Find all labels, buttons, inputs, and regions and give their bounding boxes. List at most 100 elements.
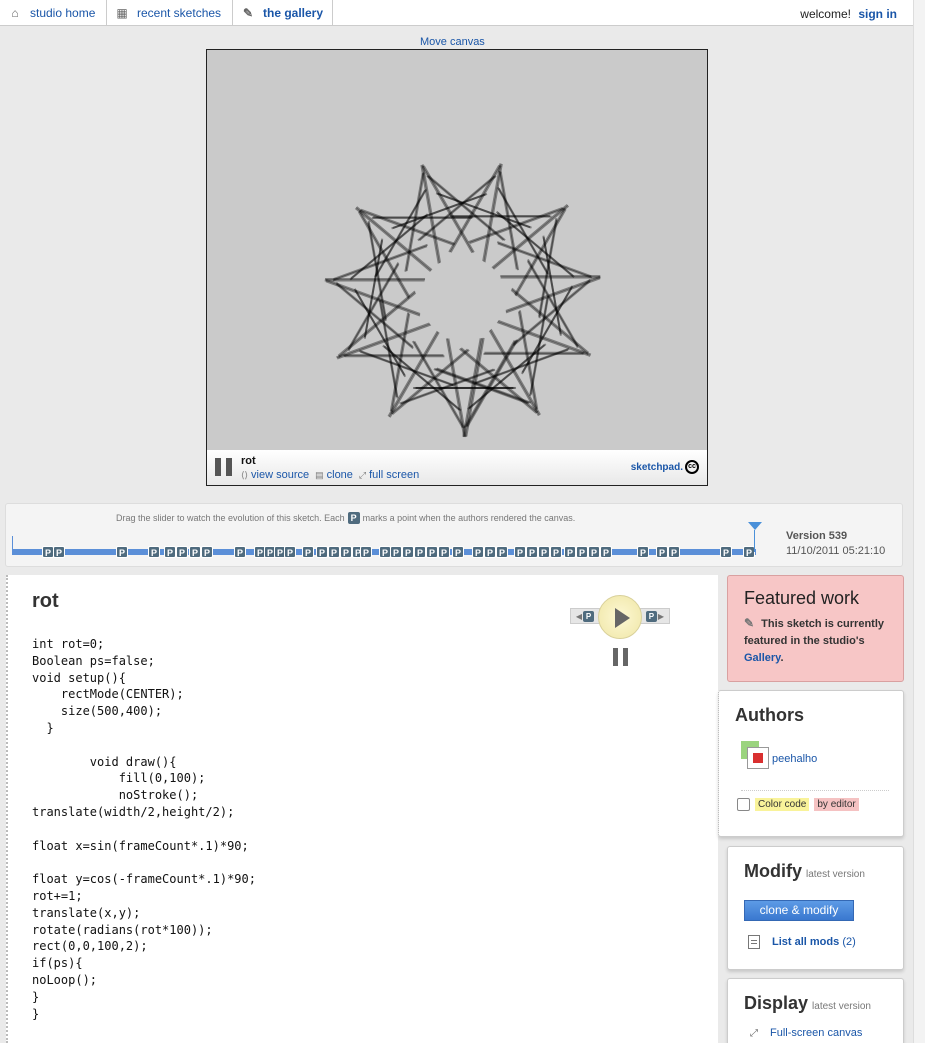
featured-title: Featured work — [744, 588, 860, 608]
mods-count: (2) — [842, 936, 856, 948]
render-marker[interactable]: P — [720, 546, 732, 558]
render-marker[interactable]: P — [637, 546, 649, 558]
display-title-text: Display — [744, 993, 809, 1013]
render-marker[interactable]: P — [360, 546, 372, 558]
render-marker[interactable]: P — [302, 546, 314, 558]
render-marker[interactable]: P — [550, 546, 562, 558]
render-marker[interactable]: P — [496, 546, 508, 558]
render-marker[interactable]: P — [164, 546, 176, 558]
author-link[interactable]: peehalho — [772, 753, 817, 765]
sketch-canvas[interactable] — [207, 50, 707, 450]
modify-subtitle: latest version — [806, 869, 865, 880]
expand-icon: ⤢ — [358, 469, 367, 480]
render-marker[interactable]: P — [576, 546, 588, 558]
previous-version-button[interactable]: ◀ P — [570, 608, 600, 624]
author-entry: peehalho — [741, 741, 817, 769]
render-marker[interactable]: P — [538, 546, 550, 558]
render-marker[interactable]: P — [514, 546, 526, 558]
render-marker[interactable]: P — [452, 546, 464, 558]
full-screen-canvas-link[interactable]: ⤢ Full-screen canvas — [750, 1027, 862, 1039]
modify-box: Modify latest version clone & modify List… — [727, 846, 904, 970]
welcome-text: welcome! — [800, 7, 851, 21]
next-marker-icon: P — [645, 610, 657, 622]
full-screen-link[interactable]: ⤢ full screen — [359, 469, 419, 481]
tab-the-gallery-label: the gallery — [263, 6, 324, 20]
render-marker[interactable]: P — [426, 546, 438, 558]
render-marker[interactable]: P — [656, 546, 668, 558]
divider — [741, 790, 889, 791]
render-marker[interactable]: P — [116, 546, 128, 558]
color-code-checkbox[interactable] — [737, 798, 750, 811]
by-editor-label: by editor — [814, 798, 859, 811]
previous-marker-icon: P — [583, 610, 595, 622]
source-code[interactable]: int rot=0; Boolean ps=false; void setup(… — [32, 636, 256, 1022]
clone-link[interactable]: ▤ clone — [315, 469, 353, 481]
render-marker[interactable]: P — [402, 546, 414, 558]
view-source-label: view source — [251, 469, 310, 481]
pushpin-icon: ✎ — [242, 6, 254, 20]
move-canvas-link[interactable]: Move canvas — [420, 36, 485, 48]
play-button[interactable] — [598, 595, 642, 639]
render-marker[interactable]: P — [340, 546, 352, 558]
render-marker[interactable]: P — [189, 546, 201, 558]
render-marker[interactable]: P — [201, 546, 213, 558]
featured-text: ✎ This sketch is currently featured in t… — [744, 615, 887, 667]
render-marker[interactable]: P — [472, 546, 484, 558]
page-scrollbar[interactable] — [913, 0, 925, 1043]
top-nav-bar: ⌂ studio home ▦ recent sketches ✎ the ga… — [0, 0, 913, 26]
sketchpad-logo-text: sketchpad. — [630, 461, 683, 473]
tab-studio-home[interactable]: ⌂ studio home — [0, 0, 107, 26]
render-marker[interactable]: P — [564, 546, 576, 558]
render-marker[interactable]: P — [53, 546, 65, 558]
tab-studio-home-label: studio home — [30, 6, 96, 20]
list-mods-link[interactable]: List all mods (2) — [748, 935, 856, 949]
version-timeline: Drag the slider to watch the evolution o… — [5, 503, 903, 567]
version-date: 11/10/2011 05:21:10 — [786, 545, 886, 557]
timeline-hint-before: Drag the slider to watch the evolution o… — [116, 513, 345, 523]
render-marker[interactable]: P — [438, 546, 450, 558]
render-marker[interactable]: P — [390, 546, 402, 558]
featured-text-body: This sketch is currently featured in the… — [744, 618, 885, 647]
code-panel: rot int rot=0; Boolean ps=false; void se… — [6, 575, 718, 1043]
sketch-render — [324, 163, 601, 438]
timeline-hint-after: marks a point when the authors rendered … — [362, 513, 576, 523]
featured-work-box: Featured work ✎ This sketch is currently… — [727, 575, 904, 682]
timeline-markers: PPPPPPPPPPPPPPPPPPPPPPPPPPPPPPPPPPPPPPPP… — [6, 546, 766, 559]
sketch-canvas-frame: rot ⟨⟩ view source ▤ clone ⤢ full screen sk… — [206, 49, 708, 486]
render-marker[interactable]: P — [284, 546, 296, 558]
authors-title: Authors — [735, 705, 804, 725]
view-source-link[interactable]: ⟨⟩ view source — [241, 469, 309, 481]
timeline-slider-handle[interactable] — [748, 522, 762, 552]
pushpin-icon: ✎ — [744, 616, 755, 630]
avatar[interactable] — [741, 741, 769, 769]
render-marker[interactable]: P — [414, 546, 426, 558]
render-marker[interactable]: P — [526, 546, 538, 558]
color-code-option: Color code by editor — [737, 798, 859, 811]
render-marker[interactable]: P — [234, 546, 246, 558]
clone-modify-button[interactable]: clone & modify — [744, 900, 854, 921]
render-marker[interactable]: P — [484, 546, 496, 558]
render-marker[interactable]: P — [328, 546, 340, 558]
pause-icon[interactable] — [215, 458, 233, 476]
render-marker[interactable]: P — [176, 546, 188, 558]
sketchpad-logo[interactable]: sketchpad. cc — [631, 460, 699, 474]
render-marker[interactable]: P — [148, 546, 160, 558]
render-marker[interactable]: P — [316, 546, 328, 558]
player-controls: ◀ P P ▶ — [570, 595, 670, 675]
render-marker[interactable]: P — [588, 546, 600, 558]
canvas-toolbar: rot ⟨⟩ view source ▤ clone ⤢ full screen sk… — [207, 450, 707, 485]
tab-the-gallery[interactable]: ✎ the gallery — [233, 0, 333, 26]
render-marker-icon: P — [347, 512, 360, 524]
render-marker[interactable]: P — [600, 546, 612, 558]
calendar-icon: ▦ — [116, 6, 128, 20]
pause-button[interactable] — [613, 648, 629, 666]
next-version-button[interactable]: P ▶ — [640, 608, 670, 624]
render-marker[interactable]: P — [668, 546, 680, 558]
welcome-area: welcome! sign in — [800, 7, 897, 21]
gallery-link[interactable]: Gallery — [744, 652, 781, 664]
version-number: Version 539 — [786, 530, 848, 542]
authors-box: Authors peehalho Color code by editor — [718, 690, 904, 837]
canvas-sketch-name: rot — [241, 455, 256, 467]
tab-recent-sketches[interactable]: ▦ recent sketches — [107, 0, 233, 26]
sign-in-link[interactable]: sign in — [858, 7, 897, 21]
